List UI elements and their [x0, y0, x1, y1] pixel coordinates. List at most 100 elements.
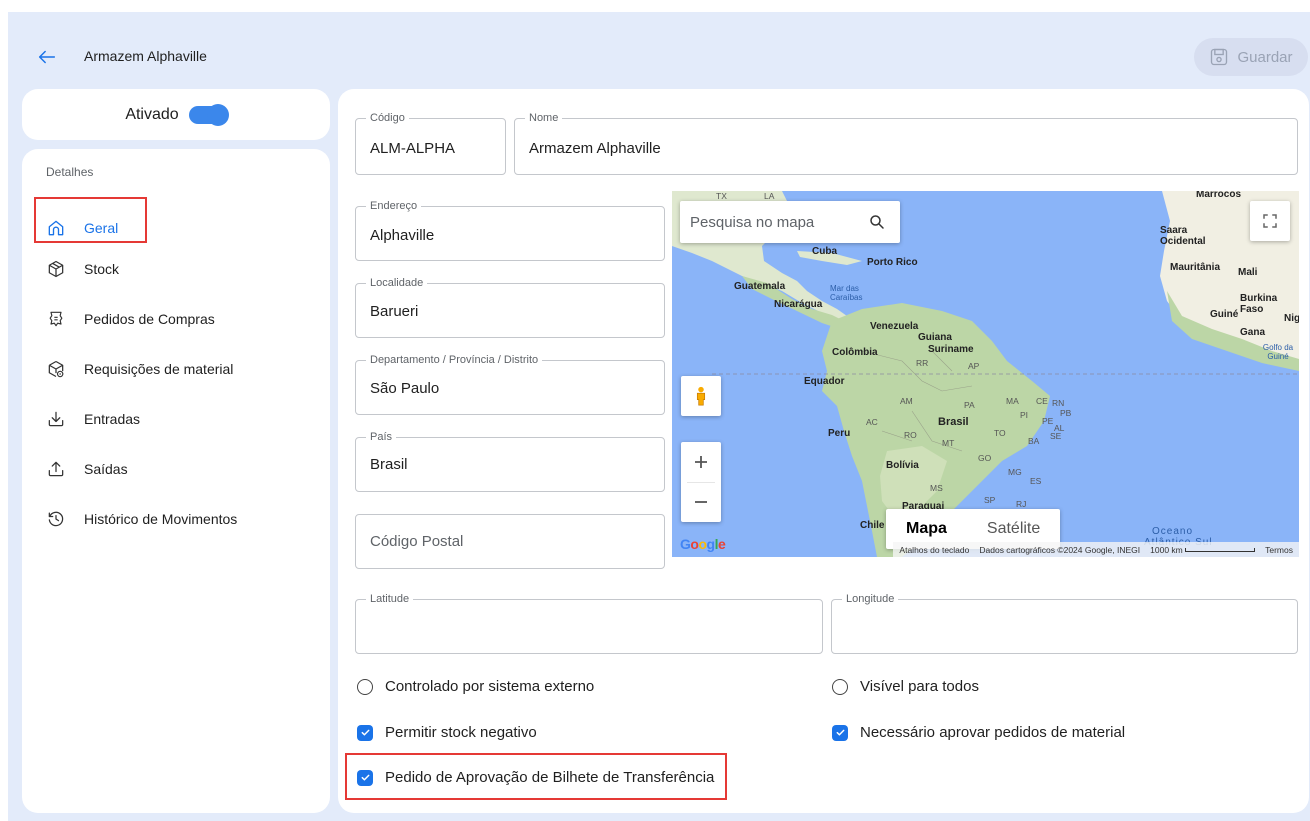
codigo-postal-field[interactable]: Código Postal: [355, 514, 665, 569]
upload-icon: [48, 461, 64, 477]
checkbox-label: Controlado por sistema externo: [385, 678, 595, 695]
checkbox-label: Visível para todos: [860, 678, 979, 695]
sidebar-item-saidas[interactable]: Saídas: [46, 454, 128, 484]
map-label-rn: RN: [1052, 398, 1065, 408]
map-search-box[interactable]: Pesquisa no mapa: [680, 201, 900, 243]
sidebar-item-label: Stock: [84, 261, 120, 277]
checkbox-unchecked[interactable]: [357, 678, 373, 695]
zoom-out-button[interactable]: [681, 482, 721, 522]
nome-field[interactable]: Nome Armazem Alphaville: [514, 112, 1298, 175]
map-label-rr: RR: [916, 358, 929, 368]
map-widget[interactable]: TX LA Marrocos Cuba Porto Rico Guatemala…: [672, 191, 1299, 557]
codigo-field[interactable]: Código ALM-ALPHA: [355, 112, 506, 175]
map-label-brasil: Brasil: [938, 416, 969, 428]
map-label-chile: Chile: [860, 520, 885, 531]
latitude-field[interactable]: Latitude: [355, 593, 823, 654]
checkbox-controlado-externo[interactable]: Controlado por sistema externo: [357, 678, 594, 695]
purchase-order-icon: [49, 311, 63, 327]
checkbox-label: Permitir stock negativo: [385, 724, 537, 741]
active-toggle[interactable]: [188, 103, 229, 126]
departamento-label: Departamento / Província / Distrito: [366, 354, 543, 366]
sidebar-item-historico[interactable]: Histórico de Movimentos: [46, 504, 237, 534]
map-label-nicaragua: Nicarágua: [774, 299, 823, 310]
sidebar-item-label: Entradas: [84, 411, 141, 427]
map-label-ms: MS: [930, 483, 943, 493]
zoom-in-button[interactable]: [681, 442, 721, 482]
pegman-icon: [696, 386, 706, 406]
map-label-guine: Guiné: [1210, 309, 1239, 320]
map-label-am: AM: [900, 396, 913, 406]
checkbox-checked[interactable]: [357, 724, 373, 741]
save-button-label: Guardar: [1237, 48, 1293, 66]
map-fullscreen-button[interactable]: [1250, 201, 1290, 241]
sidebar-item-label: Requisições de material: [84, 361, 234, 377]
street-view-button[interactable]: [681, 376, 721, 416]
sidebar-item-stock[interactable]: Stock: [46, 254, 119, 284]
pais-field[interactable]: País Brasil: [355, 431, 665, 492]
sidebar-item-label: Histórico de Movimentos: [84, 511, 238, 527]
map-label-venezuela: Venezuela: [870, 321, 919, 332]
map-label-pb: PB: [1060, 408, 1072, 418]
plus-icon: [695, 456, 707, 468]
sidebar-item-pedidos-compras[interactable]: Pedidos de Compras: [46, 304, 215, 334]
map-terms-link[interactable]: Termos: [1265, 545, 1293, 555]
map-label-rj: RJ: [1016, 499, 1027, 509]
sidebar-item-requisicoes[interactable]: Requisições de material: [46, 354, 233, 384]
departamento-field[interactable]: Departamento / Província / Distrito São …: [355, 354, 665, 415]
endereco-field[interactable]: Endereço Alphaville: [355, 200, 665, 261]
checkbox-checked[interactable]: [832, 724, 848, 741]
localidade-field[interactable]: Localidade Barueri: [355, 277, 665, 338]
map-label-tx: TX: [716, 191, 727, 201]
map-label-sp: SP: [984, 495, 996, 505]
checkbox-visivel-todos[interactable]: Visível para todos: [832, 678, 979, 695]
google-logo: Google: [680, 536, 726, 552]
keyboard-shortcuts-link[interactable]: Atalhos do teclado: [899, 545, 969, 555]
map-data-attribution: Dados cartográficos ©2024 Google, INEGI: [979, 544, 1141, 555]
checkbox-stock-negativo[interactable]: Permitir stock negativo: [357, 724, 537, 741]
download-icon: [48, 411, 64, 427]
sidebar-item-entradas[interactable]: Entradas: [46, 404, 140, 434]
map-label-golfo-guine: Golfo da Guiné: [1262, 343, 1294, 361]
back-button[interactable]: [36, 46, 58, 68]
material-request-icon: [48, 360, 64, 378]
longitude-field[interactable]: Longitude: [831, 593, 1298, 654]
map-zoom-control: [681, 442, 721, 522]
localidade-value: Barueri: [370, 303, 419, 320]
history-icon: [48, 511, 64, 527]
codigo-value: ALM-ALPHA: [370, 140, 456, 157]
map-footer: Atalhos do teclado Dados cartográficos ©…: [893, 542, 1299, 557]
map-label-go: GO: [978, 453, 992, 463]
map-label-pa: PA: [964, 400, 975, 410]
sidebar-section-title: Detalhes: [46, 165, 94, 179]
map-label-se: SE: [1050, 431, 1062, 441]
map-scale[interactable]: 1000 km: [1150, 545, 1256, 555]
map-label-mali: Mali: [1238, 267, 1258, 278]
map-label-peru: Peru: [828, 428, 851, 439]
endereco-label: Endereço: [366, 200, 422, 212]
checkbox-unchecked[interactable]: [832, 678, 848, 695]
highlight-box-aprovacao: [345, 753, 727, 800]
map-label-guatemala: Guatemala: [734, 281, 786, 292]
latitude-label: Latitude: [366, 593, 414, 605]
map-label-la: LA: [764, 191, 775, 201]
map-label-mg: MG: [1008, 467, 1022, 477]
map-label-ma: MA: [1006, 396, 1019, 406]
save-button[interactable]: Guardar: [1194, 38, 1308, 76]
map-search-placeholder: Pesquisa no mapa: [690, 213, 815, 231]
map-label-guiana: Guiana: [918, 332, 952, 343]
map-label-nig: Nig: [1284, 313, 1299, 324]
longitude-label: Longitude: [842, 593, 899, 605]
status-card: Ativado: [22, 89, 330, 140]
checkbox-aprovar-pedidos[interactable]: Necessário aprovar pedidos de material: [832, 724, 1125, 741]
arrow-left-icon: [38, 50, 56, 64]
sidebar-item-label: Saídas: [84, 461, 128, 477]
save-icon: [1211, 48, 1228, 66]
zoom-separator: [687, 482, 715, 483]
checkbox-label: Necessário aprovar pedidos de material: [860, 724, 1126, 741]
map-label-equador: Equador: [804, 376, 845, 387]
map-label-mt: MT: [942, 438, 955, 448]
sidebar-item-label: Pedidos de Compras: [84, 311, 215, 327]
map-label-es: ES: [1030, 476, 1042, 486]
map-label-suriname: Suriname: [928, 344, 974, 355]
nome-value: Armazem Alphaville: [529, 140, 661, 157]
